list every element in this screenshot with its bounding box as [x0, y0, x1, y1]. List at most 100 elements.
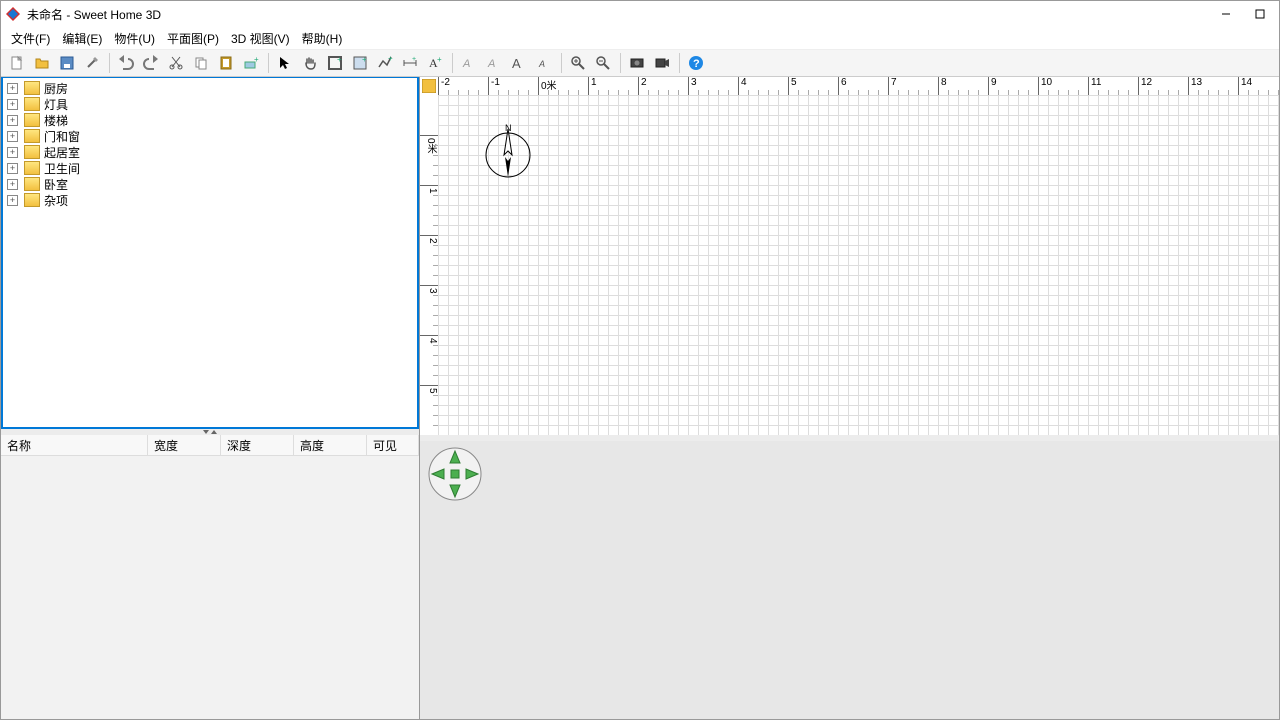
- compass-icon[interactable]: N: [480, 123, 536, 179]
- open-file-icon[interactable]: [30, 51, 54, 75]
- furniture-catalog-tree[interactable]: +厨房+灯具+楼梯+门和窗+起居室+卫生间+卧室+杂项: [1, 77, 419, 429]
- furniture-list-body[interactable]: [1, 456, 419, 719]
- expander-icon[interactable]: +: [7, 163, 18, 174]
- zoom-in-icon[interactable]: [566, 51, 590, 75]
- create-video-icon[interactable]: [650, 51, 674, 75]
- help-icon[interactable]: ?: [684, 51, 708, 75]
- ruler-tick: 2: [420, 235, 438, 244]
- menubar: 文件(F) 编辑(E) 物件(U) 平面图(P) 3D 视图(V) 帮助(H): [1, 27, 1279, 50]
- toolbar-separator: [268, 53, 269, 73]
- svg-text:+: +: [412, 56, 416, 63]
- ruler-tick: 1: [588, 77, 597, 95]
- col-depth[interactable]: 深度: [221, 435, 294, 455]
- add-furniture-icon[interactable]: +: [239, 51, 263, 75]
- copy-icon[interactable]: [189, 51, 213, 75]
- create-photo-icon[interactable]: [625, 51, 649, 75]
- toolbar: + + + + + A+ A A A A ?: [1, 50, 1279, 77]
- svg-text:A: A: [487, 58, 495, 70]
- tree-item-label: 灯具: [44, 96, 68, 113]
- menu-3dview[interactable]: 3D 视图(V): [225, 28, 296, 49]
- new-file-icon[interactable]: [5, 51, 29, 75]
- redo-icon[interactable]: [139, 51, 163, 75]
- plan-2d-pane[interactable]: -2-10米1234567891011121314 0米12345 N: [420, 77, 1279, 435]
- folder-icon: [24, 113, 40, 127]
- ruler-tick: 5: [788, 77, 797, 95]
- text-italic-icon[interactable]: A: [482, 51, 506, 75]
- text-decrease-icon[interactable]: A: [532, 51, 556, 75]
- ruler-tick: 7: [888, 77, 897, 95]
- vertical-ruler[interactable]: 0米12345: [420, 95, 439, 435]
- pan-tool-icon[interactable]: [298, 51, 322, 75]
- col-visible[interactable]: 可见: [367, 435, 419, 455]
- minimize-button[interactable]: [1211, 4, 1241, 24]
- folder-icon: [24, 81, 40, 95]
- expander-icon[interactable]: +: [7, 115, 18, 126]
- tree-item[interactable]: +楼梯: [3, 112, 417, 128]
- save-file-icon[interactable]: [55, 51, 79, 75]
- create-walls-icon[interactable]: +: [323, 51, 347, 75]
- expander-icon[interactable]: +: [7, 131, 18, 142]
- toolbar-separator: [561, 53, 562, 73]
- menu-help[interactable]: 帮助(H): [296, 28, 349, 49]
- toolbar-separator: [620, 53, 621, 73]
- zoom-out-icon[interactable]: [591, 51, 615, 75]
- expander-icon[interactable]: +: [7, 99, 18, 110]
- expander-icon[interactable]: +: [7, 83, 18, 94]
- preferences-icon[interactable]: [80, 51, 104, 75]
- cut-icon[interactable]: [164, 51, 188, 75]
- folder-icon: [24, 145, 40, 159]
- tree-item[interactable]: +卫生间: [3, 160, 417, 176]
- view-3d-pane[interactable]: [420, 441, 1279, 719]
- ruler-tick: 8: [938, 77, 947, 95]
- expander-icon[interactable]: +: [7, 147, 18, 158]
- ruler-tick: 4: [738, 77, 747, 95]
- svg-text:+: +: [254, 55, 259, 64]
- ruler-tick: 5: [420, 385, 438, 394]
- tree-item[interactable]: + 起居室: [3, 144, 417, 160]
- tree-item-label: 起居室: [44, 144, 80, 161]
- tree-item[interactable]: +门和窗: [3, 128, 417, 144]
- ruler-tick: 4: [420, 335, 438, 344]
- text-bold-icon[interactable]: A: [457, 51, 481, 75]
- paste-icon[interactable]: [214, 51, 238, 75]
- titlebar: 未命名 - Sweet Home 3D: [1, 1, 1279, 27]
- select-tool-icon[interactable]: [273, 51, 297, 75]
- svg-text:A: A: [538, 59, 545, 69]
- create-dimension-icon[interactable]: +: [398, 51, 422, 75]
- nav-rosette-icon[interactable]: [428, 447, 482, 501]
- svg-text:+: +: [437, 55, 442, 64]
- menu-edit[interactable]: 编辑(E): [56, 28, 108, 49]
- svg-text:+: +: [388, 55, 393, 63]
- create-text-icon[interactable]: A+: [423, 51, 447, 75]
- window-title: 未命名 - Sweet Home 3D: [27, 6, 161, 23]
- folder-icon: [24, 129, 40, 143]
- col-width[interactable]: 宽度: [148, 435, 221, 455]
- tree-item-label: 杂项: [44, 192, 68, 209]
- menu-object[interactable]: 物件(U): [108, 28, 161, 49]
- expander-icon[interactable]: +: [7, 195, 18, 206]
- tree-item[interactable]: +厨房: [3, 80, 417, 96]
- toolbar-separator: [452, 53, 453, 73]
- maximize-button[interactable]: [1245, 4, 1275, 24]
- menu-file[interactable]: 文件(F): [5, 28, 56, 49]
- tree-item[interactable]: + 卧室: [3, 176, 417, 192]
- tree-item[interactable]: + 杂项: [3, 192, 417, 208]
- col-name[interactable]: 名称: [1, 435, 148, 455]
- menu-plan[interactable]: 平面图(P): [161, 28, 225, 49]
- create-polyline-icon[interactable]: +: [373, 51, 397, 75]
- col-height[interactable]: 高度: [294, 435, 367, 455]
- svg-text:+: +: [337, 55, 342, 64]
- tree-item[interactable]: + 灯具: [3, 96, 417, 112]
- horizontal-ruler[interactable]: -2-10米1234567891011121314: [438, 77, 1279, 96]
- expander-icon[interactable]: +: [7, 179, 18, 190]
- svg-text:+: +: [362, 55, 367, 64]
- furniture-list-header: 名称 宽度 深度 高度 可见: [1, 435, 419, 456]
- ruler-tick: 13: [1188, 77, 1202, 95]
- tree-item-label: 卧室: [44, 176, 68, 193]
- undo-icon[interactable]: [114, 51, 138, 75]
- plan-canvas[interactable]: N: [438, 95, 1279, 435]
- create-rooms-icon[interactable]: +: [348, 51, 372, 75]
- ruler-origin-icon: [422, 79, 436, 93]
- svg-text:A: A: [462, 58, 470, 70]
- text-increase-icon[interactable]: A: [507, 51, 531, 75]
